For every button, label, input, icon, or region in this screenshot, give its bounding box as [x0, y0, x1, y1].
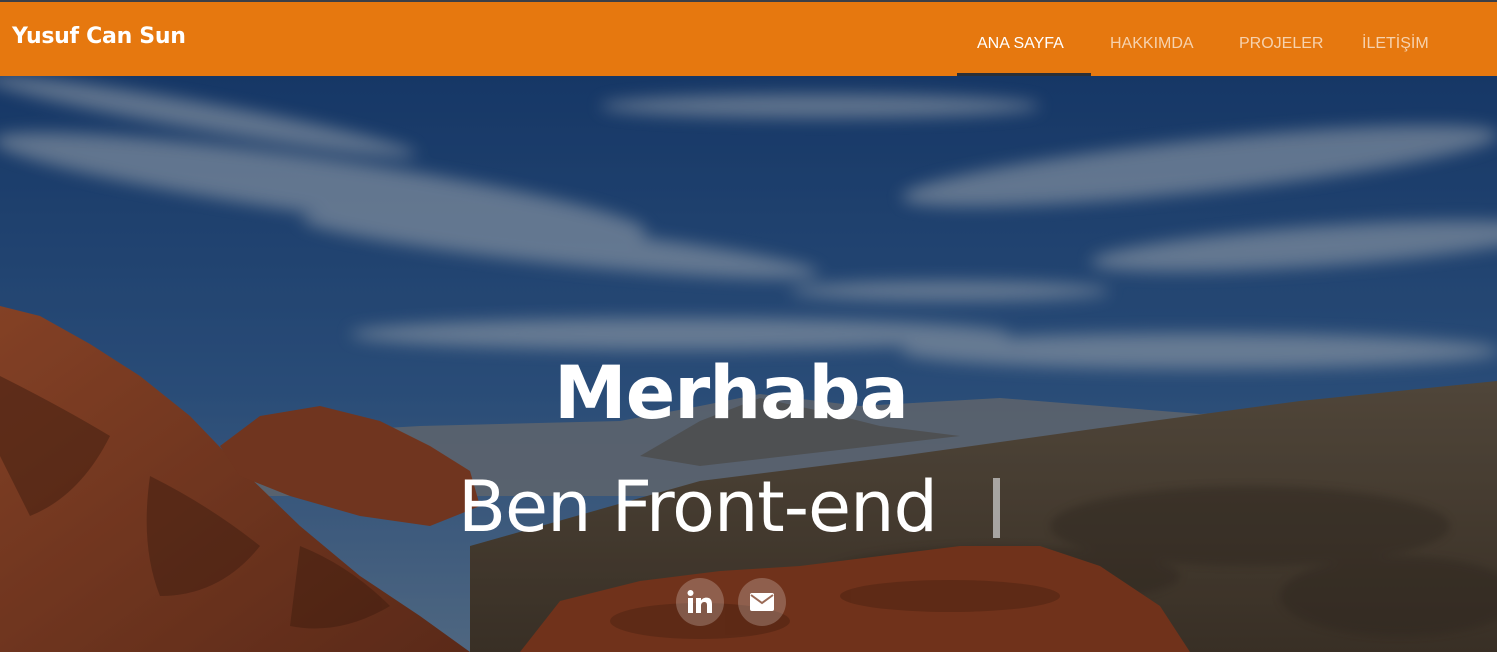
nav-item-projeler[interactable]: PROJELER: [1239, 35, 1323, 53]
page: Yusuf Can Sun ANA SAYFA HAKKIMDA PROJELE…: [0, 0, 1497, 652]
hero-title: Merhaba: [554, 351, 909, 436]
active-nav-indicator: [957, 73, 1091, 76]
mail-icon: [750, 593, 774, 611]
window-top-border: [0, 0, 1497, 2]
linkedin-button[interactable]: [676, 578, 724, 626]
linkedin-icon: [687, 590, 712, 613]
navbar: Yusuf Can Sun ANA SAYFA HAKKIMDA PROJELE…: [0, 2, 1497, 76]
hero-subtitle: Ben Front-end: [458, 466, 938, 548]
email-button[interactable]: [738, 578, 786, 626]
typing-cursor: [993, 478, 1000, 538]
hero-section: Merhaba Ben Front-end: [0, 76, 1497, 652]
nav-item-ana-sayfa[interactable]: ANA SAYFA: [977, 35, 1064, 53]
nav-item-hakkimda[interactable]: HAKKIMDA: [1110, 35, 1194, 53]
nav-item-iletisim[interactable]: İLETİŞİM: [1362, 35, 1429, 53]
brand-logo-text[interactable]: Yusuf Can Sun: [12, 24, 186, 49]
